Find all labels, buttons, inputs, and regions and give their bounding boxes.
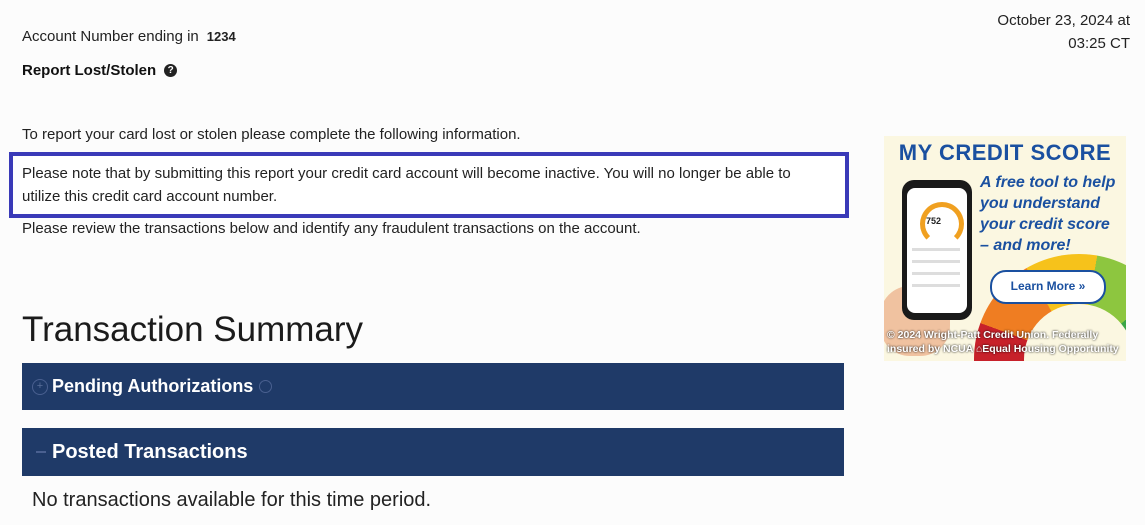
expand-plus-icon[interactable]: + — [32, 378, 48, 395]
datetime-time: 03:25 CT — [1068, 35, 1130, 52]
phone-screen-line — [912, 248, 960, 251]
question-circle-icon[interactable]: ? — [164, 64, 178, 77]
phone-screen-line — [912, 260, 960, 263]
review-text: Please review the transactions below and… — [22, 220, 641, 237]
ad-footer-disclaimer: © 2024 Wright-Patt Credit Union. Federal… — [887, 329, 1119, 355]
page-title: Report Lost/Stolen ? — [22, 62, 178, 79]
phone-screen-line — [912, 272, 960, 275]
credit-score-ad[interactable]: 752 MY CREDIT SCORE A free tool to help … — [884, 136, 1126, 361]
account-number-label: Account Number ending in 1234 — [22, 28, 236, 45]
phone-score-value: 752 — [926, 216, 942, 226]
datetime: October 23, 2024 at 03:25 CT — [930, 9, 1130, 55]
ad-tagline: A free tool to help you understand your … — [980, 174, 1116, 254]
intro-text: To report your card lost or stolen pleas… — [22, 126, 521, 143]
account-number-label-text: Account Number ending in — [22, 28, 199, 45]
transaction-summary-heading: Transaction Summary — [22, 310, 364, 349]
empty-transactions-message: No transactions available for this time … — [32, 489, 432, 511]
posted-transactions-bar[interactable]: Posted Transactions — [22, 428, 844, 476]
posted-transactions-label: Posted Transactions — [52, 440, 248, 463]
ad-title: MY CREDIT SCORE — [898, 140, 1112, 165]
datetime-date: October 23, 2024 at — [997, 12, 1130, 29]
inactive-notice-text: Please note that by submitting this repo… — [22, 165, 791, 205]
inactive-notice-box: Please note that by submitting this repo… — [9, 152, 849, 218]
info-icon[interactable] — [259, 380, 273, 393]
learn-more-button[interactable]: Learn More » — [990, 270, 1106, 304]
pending-authorizations-bar[interactable]: + Pending Authorizations — [22, 363, 844, 410]
report-title-text: Report Lost/Stolen — [22, 62, 157, 79]
account-number-value: 1234 — [206, 29, 236, 44]
pending-authorizations-label: Pending Authorizations — [52, 376, 254, 396]
phone-screen-line — [912, 284, 960, 287]
collapse-minus-icon[interactable] — [36, 451, 46, 453]
